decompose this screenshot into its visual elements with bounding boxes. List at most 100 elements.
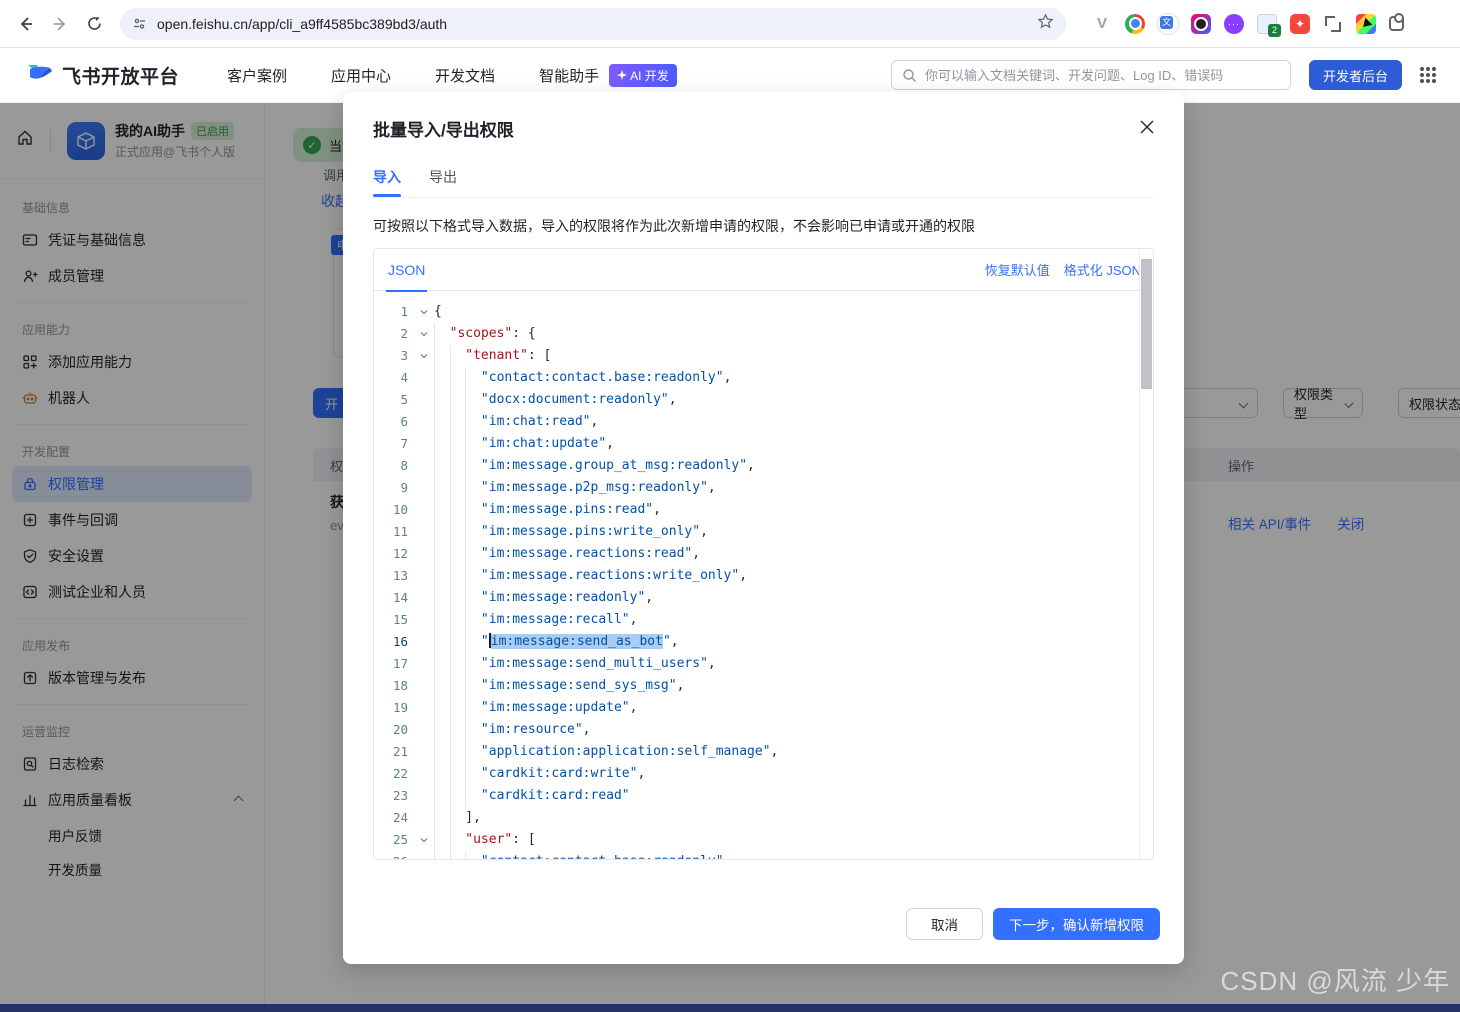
indent-guide <box>434 763 450 785</box>
code-line[interactable]: 4"contact:contact.base:readonly", <box>374 367 1153 389</box>
nav-item-0[interactable]: 客户案例 <box>227 65 287 86</box>
line-number: 23 <box>374 785 414 807</box>
apps-grid-icon[interactable] <box>1420 67 1436 83</box>
puzzle-extension-icon[interactable] <box>1389 16 1404 31</box>
nav-item-1[interactable]: 应用中心 <box>331 65 391 86</box>
brand[interactable]: 飞书开放平台 <box>24 59 179 92</box>
code-text: "im:resource", <box>434 719 1153 741</box>
code-line[interactable]: 9"im:message.p2p_msg:readonly", <box>374 477 1153 499</box>
pages-extension-icon[interactable]: 2 <box>1257 14 1277 34</box>
tab-export[interactable]: 导出 <box>429 167 457 197</box>
fold-icon[interactable] <box>414 301 434 323</box>
scrollbar-thumb[interactable] <box>1141 259 1152 389</box>
code-text: "im:message.reactions:read", <box>434 543 1153 565</box>
indent-guide <box>434 653 450 675</box>
code-line[interactable]: 24], <box>374 807 1153 829</box>
nav-item-3[interactable]: 智能助手 <box>539 65 599 86</box>
import-export-modal: 批量导入/导出权限 导入导出 可按照以下格式导入数据，导入的权限将作为此次新增申… <box>343 92 1184 964</box>
indent-guide <box>450 719 466 741</box>
code-line[interactable]: 5"docx:document:readonly", <box>374 389 1153 411</box>
indent-guide <box>465 741 481 763</box>
code-line[interactable]: 3"tenant": [ <box>374 345 1153 367</box>
code-line[interactable]: 18"im:message:send_sys_msg", <box>374 675 1153 697</box>
code-line[interactable]: 13"im:message.reactions:write_only", <box>374 565 1153 587</box>
fold-spacer <box>414 719 434 741</box>
translate-extension-icon[interactable] <box>1158 14 1178 34</box>
code-text: { <box>434 301 1153 323</box>
address-bar[interactable]: open.feishu.cn/app/cli_a9ff4585bc389bd3/… <box>120 8 1066 40</box>
tab-json[interactable]: JSON <box>386 249 427 291</box>
back-icon[interactable] <box>12 10 40 38</box>
fold-icon[interactable] <box>414 829 434 851</box>
header-search[interactable] <box>891 60 1291 90</box>
line-number: 17 <box>374 653 414 675</box>
code-text: "im:chat:read", <box>434 411 1153 433</box>
reload-icon[interactable] <box>80 10 108 38</box>
code-line[interactable]: 23 "cardkit:card:read" <box>374 785 1153 807</box>
code-line[interactable]: 12"im:message.reactions:read", <box>374 543 1153 565</box>
magic-extension-icon[interactable]: ✦ <box>1290 14 1310 34</box>
crop-extension-icon[interactable] <box>1323 14 1343 34</box>
developer-console-button[interactable]: 开发者后台 <box>1309 60 1402 90</box>
code-line[interactable]: 11"im:message.pins:write_only", <box>374 521 1153 543</box>
cancel-button[interactable]: 取消 <box>906 908 983 940</box>
fold-icon[interactable] <box>414 323 434 345</box>
code-lines[interactable]: 1{2"scopes": {3"tenant": [4"contact:cont… <box>374 291 1153 860</box>
v-extension-extension-icon[interactable]: V <box>1092 14 1112 34</box>
fold-icon[interactable] <box>414 345 434 367</box>
indent-guide <box>450 521 466 543</box>
code-line[interactable]: 1{ <box>374 301 1153 323</box>
site-info-icon[interactable] <box>132 16 147 31</box>
confirm-button[interactable]: 下一步，确认新增权限 <box>993 908 1160 940</box>
indent-guide <box>450 499 466 521</box>
code-line[interactable]: 7"im:chat:update", <box>374 433 1153 455</box>
code-line[interactable]: 14"im:message:readonly", <box>374 587 1153 609</box>
sider-extension-icon[interactable]: ··· <box>1224 14 1244 34</box>
tab-import[interactable]: 导入 <box>373 167 401 197</box>
indent-guide <box>465 697 481 719</box>
feishu-logo-icon <box>24 59 54 92</box>
code-line[interactable]: 25"user": [ <box>374 829 1153 851</box>
chrome-extension-icon[interactable] <box>1125 14 1145 34</box>
line-number: 4 <box>374 367 414 389</box>
color-picker-extension-icon[interactable] <box>1356 14 1376 34</box>
fold-spacer <box>414 565 434 587</box>
code-text: "tenant": [ <box>434 345 1153 367</box>
indent-guide <box>434 411 450 433</box>
code-line[interactable]: 15"im:message:recall", <box>374 609 1153 631</box>
code-text: "application:application:self_manage", <box>434 741 1153 763</box>
code-line[interactable]: 26"contact:contact.base:readonly", <box>374 851 1153 860</box>
editor-action-0[interactable]: 恢复默认值 <box>985 260 1050 279</box>
screenshot-extension-icon[interactable] <box>1191 14 1211 34</box>
code-line[interactable]: 8"im:message.group_at_msg:readonly", <box>374 455 1153 477</box>
badge-count: 2 <box>1268 24 1281 37</box>
forward-icon[interactable] <box>46 10 74 38</box>
nav-item-2[interactable]: 开发文档 <box>435 65 495 86</box>
code-line[interactable]: 17"im:message:send_multi_users", <box>374 653 1153 675</box>
code-line[interactable]: 20"im:resource", <box>374 719 1153 741</box>
code-text: "cardkit:card:read" <box>434 785 1153 807</box>
bookmark-star-icon[interactable] <box>1037 13 1054 35</box>
close-icon[interactable] <box>1136 116 1158 138</box>
code-line[interactable]: 2"scopes": { <box>374 323 1153 345</box>
ai-dev-badge[interactable]: AI 开发 <box>609 64 677 87</box>
indent-guide <box>465 389 481 411</box>
line-number: 19 <box>374 697 414 719</box>
scrollbar-track[interactable] <box>1139 249 1153 859</box>
code-text: "im:message:readonly", <box>434 587 1153 609</box>
code-line[interactable]: 22"cardkit:card:write", <box>374 763 1153 785</box>
url-text[interactable]: open.feishu.cn/app/cli_a9ff4585bc389bd3/… <box>157 16 1037 32</box>
fold-spacer <box>414 697 434 719</box>
indent-guide <box>434 697 450 719</box>
code-line[interactable]: 21"application:application:self_manage", <box>374 741 1153 763</box>
indent-guide <box>465 521 481 543</box>
code-line[interactable]: 10"im:message.pins:read", <box>374 499 1153 521</box>
code-line[interactable]: 19"im:message:update", <box>374 697 1153 719</box>
indent-guide <box>434 741 450 763</box>
line-number: 6 <box>374 411 414 433</box>
json-editor[interactable]: JSON 恢复默认值格式化 JSON 1{2"scopes": {3"tenan… <box>373 248 1154 860</box>
search-input[interactable] <box>925 68 1280 83</box>
code-line[interactable]: 16"im:message:send_as_bot", <box>374 631 1153 653</box>
code-line[interactable]: 6 "im:chat:read", <box>374 411 1153 433</box>
editor-action-1[interactable]: 格式化 JSON <box>1064 260 1141 279</box>
